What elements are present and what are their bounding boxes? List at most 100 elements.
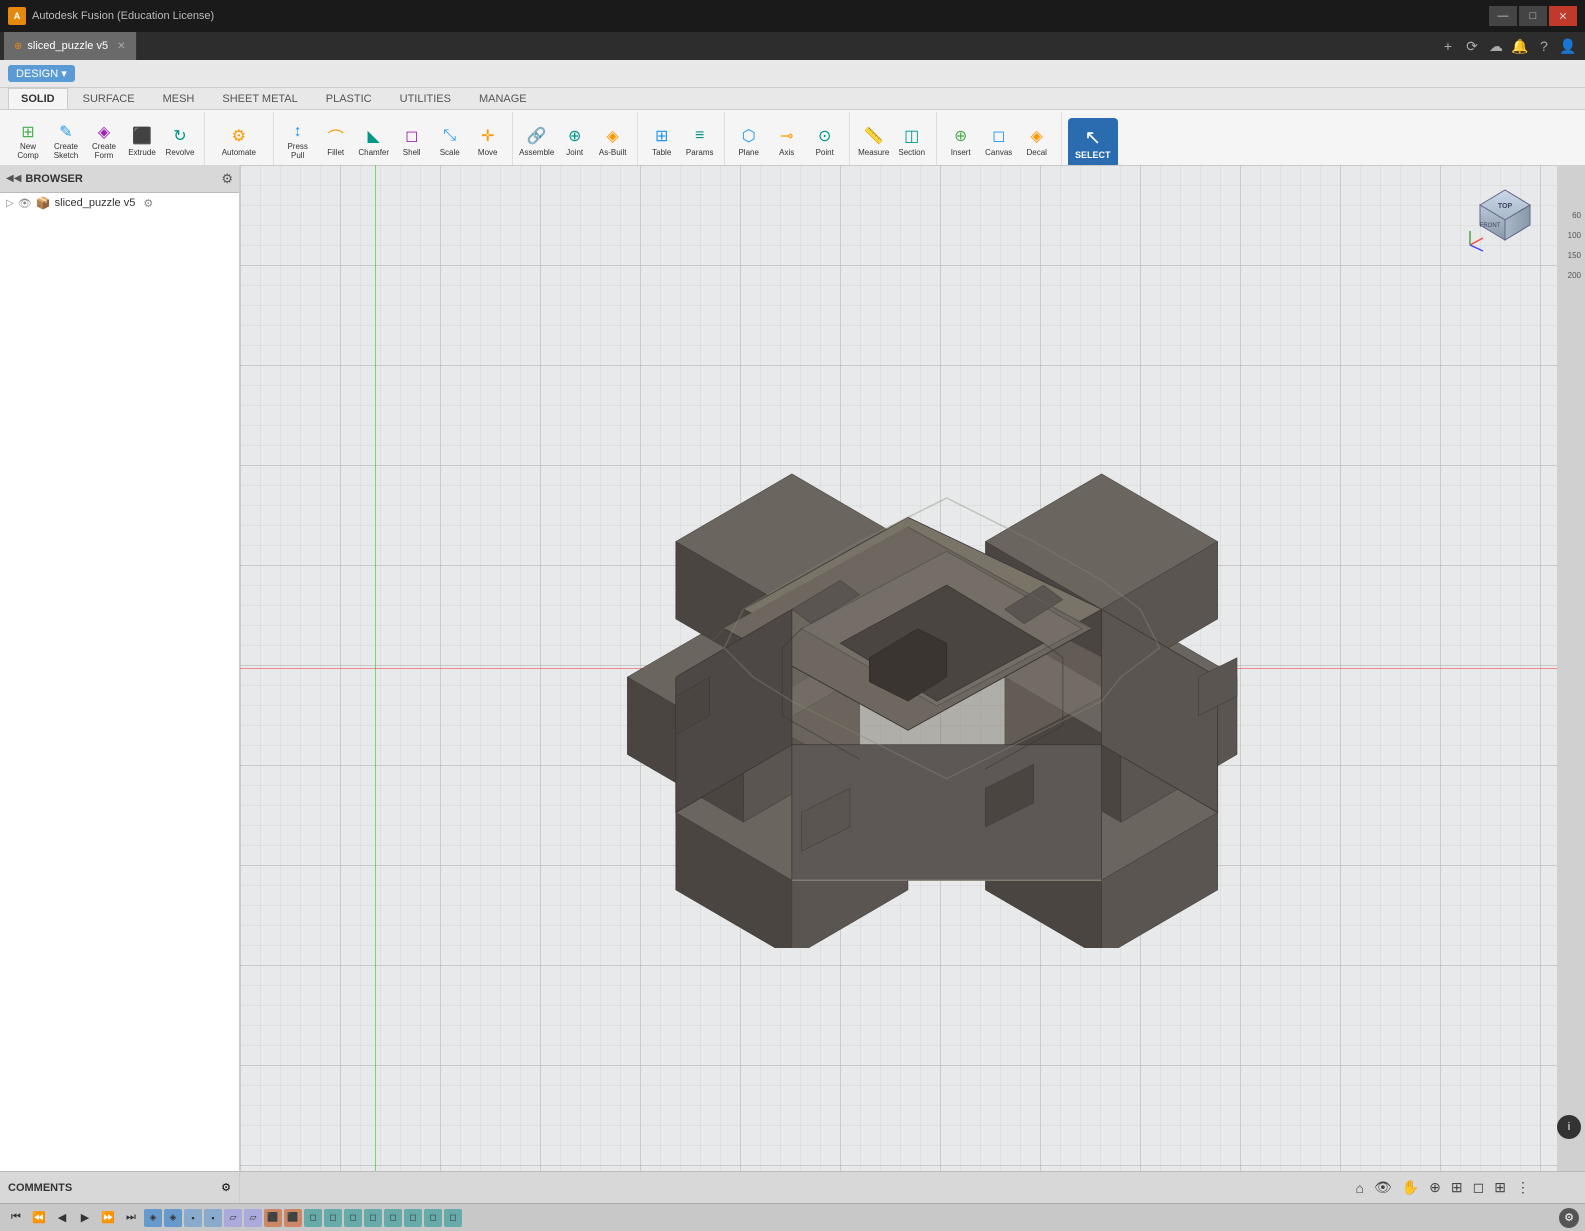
extrude-button[interactable]: ⬛ Extrude [124,119,160,163]
create-sketch-button[interactable]: ✎ CreateSketch [48,119,84,163]
more-options-button[interactable]: ⋮ [1513,1177,1533,1198]
move-icon: ✛ [476,124,500,148]
anim-icon-sel1[interactable]: ◻ [304,1209,322,1227]
anim-back-to-start[interactable]: ⏮ [6,1208,26,1228]
anim-icon-sel7[interactable]: ◻ [424,1209,442,1227]
close-button[interactable]: ✕ [1549,6,1577,26]
move-button[interactable]: ✛ Move [470,119,506,163]
insert-button[interactable]: ⊕ Insert [943,119,979,163]
notification-corner[interactable]: i [1557,1115,1581,1139]
tab-surface[interactable]: SURFACE [70,88,148,109]
as-built-button[interactable]: ◈ As-Built [595,119,631,163]
measure-button[interactable]: 📏 Measure [856,119,892,163]
maximize-button[interactable]: □ [1519,6,1547,26]
anim-icon-feature2[interactable]: ⬛ [284,1209,302,1227]
anim-play-back[interactable]: ◀ [52,1208,72,1228]
comments-settings[interactable]: ⚙ [221,1181,231,1194]
new-component-button[interactable]: ⊞ NewComp [10,119,46,163]
construct-plane-button[interactable]: ⬡ Plane [731,119,767,163]
grid-toggle-button[interactable]: ⊞ [1491,1177,1509,1198]
construct-axis-button[interactable]: ⊸ Axis [769,119,805,163]
tab-utilities[interactable]: UTILITIES [387,88,464,109]
canvas-button[interactable]: ◻ Canvas [981,119,1017,163]
zoom-extents-button[interactable]: ⊕ [1426,1177,1444,1198]
revolve-button[interactable]: ↻ Revolve [162,119,198,163]
tab-mesh[interactable]: MESH [150,88,208,109]
joint-button[interactable]: ⊕ Joint [557,119,593,163]
cloud-button[interactable]: ☁ [1485,35,1507,57]
app-icon: A [8,7,26,25]
display-mode-button[interactable]: ◻ [1470,1177,1488,1198]
browser-item-root[interactable]: ▷ 👁 📦 sliced_puzzle v5 ⚙ [0,193,239,213]
anim-icon-sel2[interactable]: ◻ [324,1209,342,1227]
viewport: 60 100 150 200 [240,165,1585,1171]
inspect-items: 📏 Measure ◫ Section [856,114,930,164]
sync-button[interactable]: ⟳ [1461,35,1483,57]
minimize-button[interactable]: — [1489,6,1517,26]
ruler-mark-100: 100 [1557,225,1585,245]
scale-button[interactable]: ⤡ Scale [432,119,468,163]
document-tab[interactable]: ⊕ sliced_puzzle v5 ✕ [4,32,137,60]
construct-point-button[interactable]: ⊙ Point [807,119,843,163]
anim-icon-body1[interactable]: ▪ [184,1209,202,1227]
scale-label: Scale [440,149,460,158]
fillet-label: Fillet [327,149,344,158]
anim-next[interactable]: ⏩ [98,1208,118,1228]
look-at-button[interactable]: 👁 [1371,1177,1395,1198]
anim-icon-comp2[interactable]: ◈ [164,1209,182,1227]
account-button[interactable]: 👤 [1557,35,1579,57]
shell-icon: ◻ [400,124,424,148]
home-button[interactable]: ⌂ [1352,1178,1366,1198]
select-button[interactable]: ↖ SELECT [1068,118,1118,168]
browser-settings-button[interactable]: ⚙ [221,171,233,187]
joint-label: Joint [566,149,583,158]
anim-end[interactable]: ⏭ [121,1208,141,1228]
design-mode-button[interactable]: DESIGN ▾ [8,65,75,82]
browser-actions: ⚙ [221,171,233,187]
anim-icon-body2[interactable]: ▪ [204,1209,222,1227]
assemble-button[interactable]: 🔗 Assemble [519,119,555,163]
tab-sheet-metal[interactable]: SHEET METAL [209,88,310,109]
chamfer-button[interactable]: ◣ Chamfer [356,119,392,163]
notifications-button[interactable]: 🔔 [1509,35,1531,57]
create-form-button[interactable]: ◈ CreateForm [86,119,122,163]
fillet-button[interactable]: ⌒ Fillet [318,119,354,163]
extrude-icon: ⬛ [130,124,154,148]
new-component-label: NewComp [17,143,38,161]
design-mode-arrow: ▾ [61,67,67,80]
section-button[interactable]: ◫ Section [894,119,930,163]
pan-button[interactable]: ✋ [1399,1177,1422,1198]
browser-collapse-icon[interactable]: ◀◀ [6,173,21,184]
anim-prev[interactable]: ⏪ [29,1208,49,1228]
anim-settings-button[interactable]: ⚙ [1559,1208,1579,1228]
viewcube[interactable]: TOP FRONT [1465,175,1545,255]
configure-table-button[interactable]: ⊞ Table [644,119,680,163]
tab-plastic[interactable]: PLASTIC [313,88,385,109]
tab-manage[interactable]: MANAGE [466,88,540,109]
decal-button[interactable]: ◈ Decal [1019,119,1055,163]
press-pull-button[interactable]: ↕ PressPull [280,119,316,163]
automate-button[interactable]: ⚙ Automate [221,119,257,163]
anim-icon-sel6[interactable]: ◻ [404,1209,422,1227]
zoom-fit-button[interactable]: ⊞ [1448,1177,1466,1198]
anim-icon-sel4[interactable]: ◻ [364,1209,382,1227]
anim-icon-feature1[interactable]: ⬛ [264,1209,282,1227]
select-items: ↖ SELECT [1068,114,1118,168]
anim-icon-comp1[interactable]: ◈ [144,1209,162,1227]
doc-tab-close[interactable]: ✕ [117,41,125,52]
anim-icon-sel3[interactable]: ◻ [344,1209,362,1227]
ruler-mark-60: 60 [1557,205,1585,225]
help-button[interactable]: ? [1533,35,1555,57]
anim-icon-sel5[interactable]: ◻ [384,1209,402,1227]
extrude-label: Extrude [128,149,156,158]
anim-play[interactable]: ▶ [75,1208,95,1228]
anim-icon-sketch2[interactable]: ▱ [244,1209,262,1227]
anim-icon-sel8[interactable]: ◻ [444,1209,462,1227]
ruler-mark-150: 150 [1557,245,1585,265]
assemble-label: Assemble [519,149,554,158]
shell-button[interactable]: ◻ Shell [394,119,430,163]
configure-params-button[interactable]: ≡ Params [682,119,718,163]
new-tab-button[interactable]: + [1437,35,1459,57]
tab-solid[interactable]: SOLID [8,88,68,109]
anim-icon-sketch1[interactable]: ▱ [224,1209,242,1227]
